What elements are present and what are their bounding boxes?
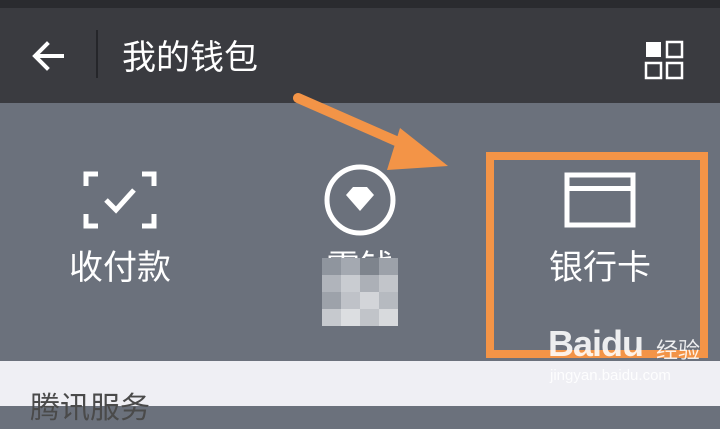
more-options-button[interactable] xyxy=(636,32,692,88)
grid-apps-icon xyxy=(644,40,684,80)
page-title: 我的钱包 xyxy=(122,38,258,78)
scan-check-icon xyxy=(83,171,157,229)
back-button[interactable] xyxy=(22,30,74,82)
annotation-arrow xyxy=(293,93,448,170)
wallet-item-label: 收付款 xyxy=(69,248,171,288)
watermark: Baidu 经验 jingyan.baidu.com xyxy=(548,322,718,388)
status-bar-strip xyxy=(0,0,720,8)
watermark-tag: 经验 xyxy=(656,339,701,364)
privacy-mosaic xyxy=(322,258,398,326)
header-divider xyxy=(96,30,98,78)
arrow-left-icon xyxy=(32,41,64,71)
wallet-item-icon-wrap xyxy=(80,160,160,240)
watermark-logo: Baidu xyxy=(548,323,644,364)
wallet-item-receive-pay[interactable]: 收付款 xyxy=(0,150,240,310)
watermark-url: jingyan.baidu.com xyxy=(550,367,671,384)
section-title: 腾讯服务 xyxy=(30,391,150,426)
